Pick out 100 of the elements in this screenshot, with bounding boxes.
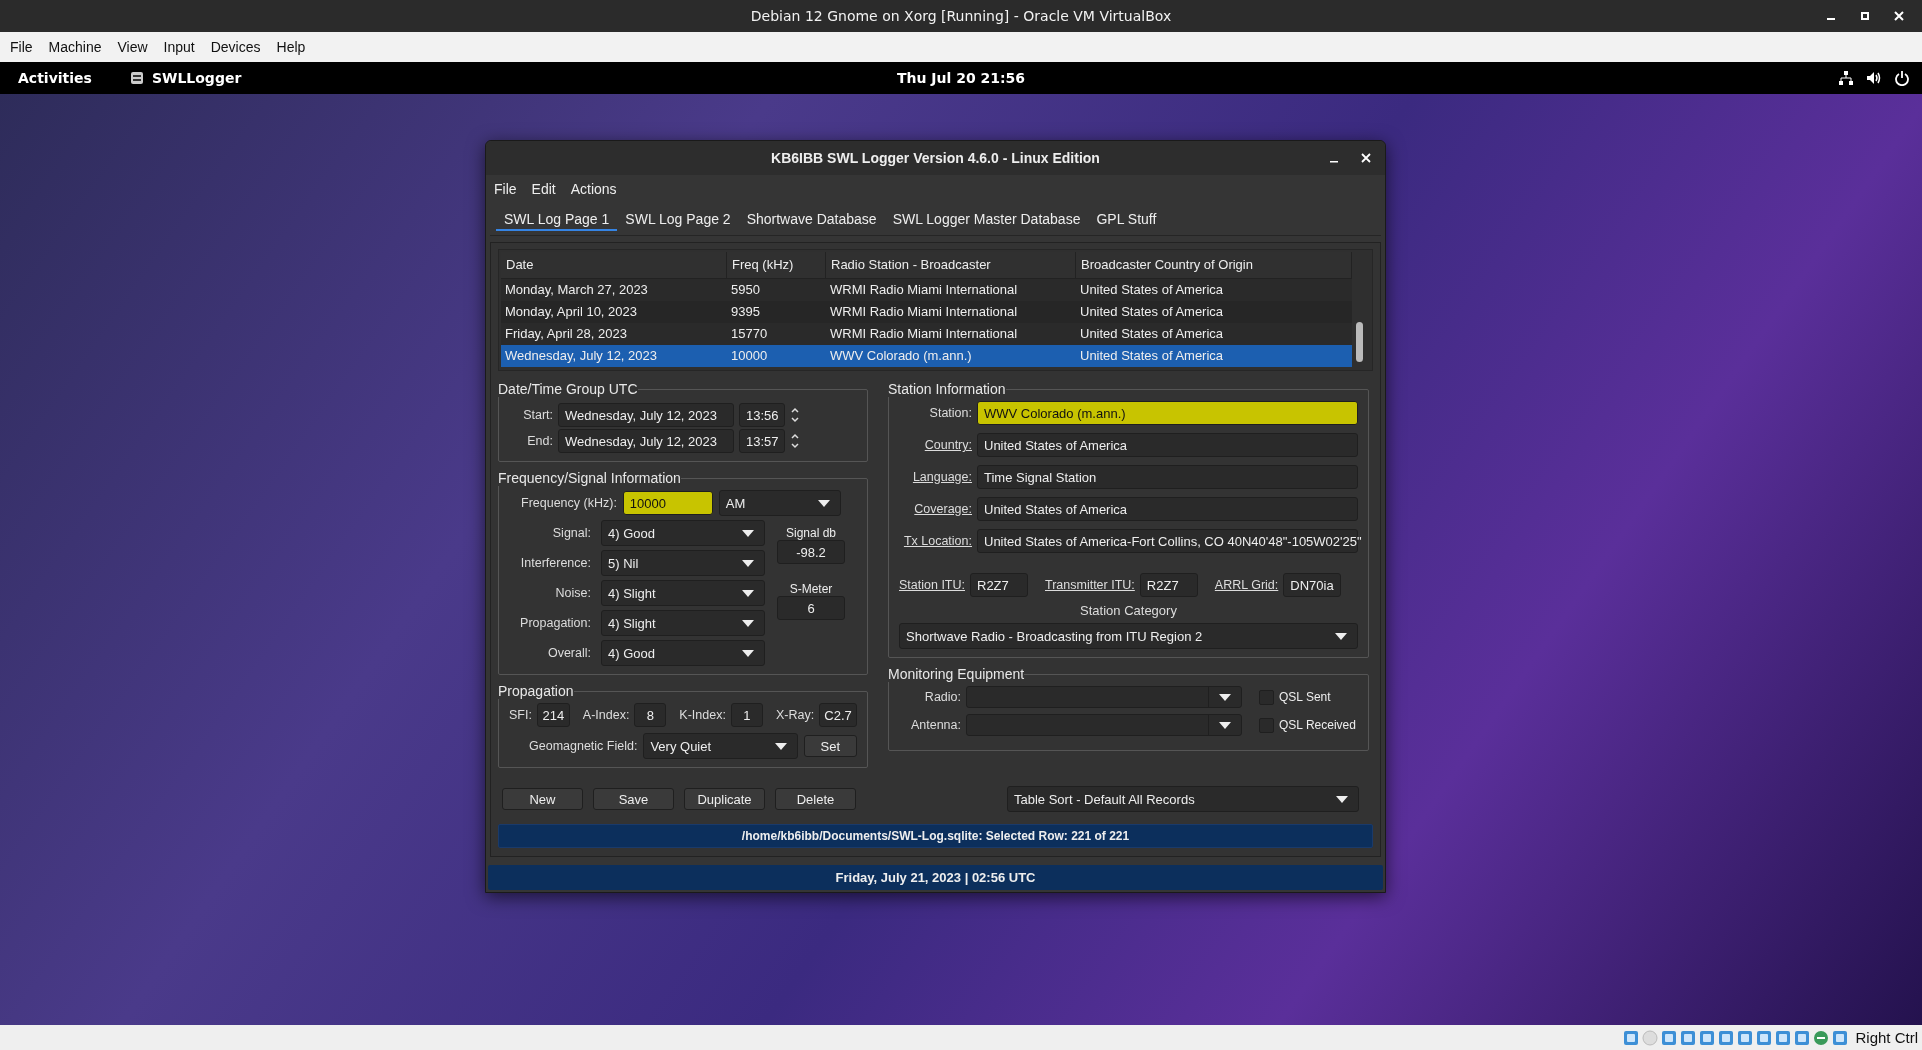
table-row[interactable]: Monday, April 10, 2023 9395 WRMI Radio Miami International United States of America (501, 301, 1352, 323)
action-button[interactable]: Delete (775, 788, 856, 810)
menu-item[interactable]: View (117, 39, 148, 55)
text-field[interactable]: R2Z7 (970, 573, 1028, 597)
group-title: Frequency/Signal Information (498, 470, 681, 486)
dropdown-arrow-icon (742, 619, 754, 627)
field-label: Noise: (554, 586, 591, 600)
text-field[interactable]: Time Signal Station (977, 465, 1358, 489)
checkbox-label[interactable]: QSL Sent (1279, 690, 1331, 704)
field-label[interactable]: Station ITU: (899, 578, 965, 592)
menu-item[interactable]: Edit (531, 181, 556, 197)
dropdown-arrow-icon (1336, 795, 1348, 803)
readout-field: 6 (777, 596, 845, 620)
dropdown[interactable]: 4) Slight (601, 610, 765, 636)
tab[interactable]: SWL Log Page 2 (617, 207, 739, 231)
dropdown[interactable]: 4) Good (601, 640, 765, 666)
spin-buttons-icon[interactable] (790, 431, 800, 451)
dropdown-arrow-icon (742, 589, 754, 597)
volume-icon[interactable] (1866, 70, 1882, 86)
column-header[interactable]: Broadcaster Country of Origin (1076, 252, 1352, 278)
text-field[interactable]: R2Z7 (1139, 573, 1198, 597)
tab[interactable]: SWL Logger Master Database (884, 207, 1089, 231)
field-label[interactable]: Coverage: (899, 502, 972, 516)
status-bar: /home/kb6ibb/Documents/SWL-Log.sqlite: Selected Row: 221 of 221 (498, 824, 1373, 848)
dropdown[interactable]: Table Sort - Default All Records (1007, 786, 1359, 812)
text-field[interactable]: United States of America (977, 497, 1358, 521)
action-button[interactable]: Save (593, 788, 674, 810)
index-field[interactable]: 214 (536, 703, 570, 727)
tab[interactable]: SWL Log Page 1 (496, 207, 618, 231)
index-field[interactable]: 8 (634, 703, 667, 727)
field-label[interactable]: Transmitter ITU: (1045, 578, 1135, 592)
table-cell-text: United States of America (1079, 281, 1225, 299)
close-icon[interactable] (1894, 11, 1904, 21)
optical-disc-icon[interactable] (1642, 1029, 1659, 1046)
table-cell-text: Monday, March 27, 2023 (504, 281, 649, 299)
menu-item[interactable]: Help (276, 39, 306, 55)
field-label: Frequency (kHz): (521, 496, 617, 510)
dropdown[interactable]: Shortwave Radio - Broadcasting from ITU Region 2 (899, 623, 1358, 649)
field-label[interactable]: Language: (899, 470, 972, 484)
index-field[interactable]: C2.7 (819, 703, 857, 727)
menu-item[interactable]: File (10, 39, 33, 55)
dropdown-arrow-icon (1335, 632, 1347, 640)
host-key-label: Right Ctrl (1855, 1029, 1918, 1046)
menu-item[interactable]: Machine (48, 39, 102, 55)
menu-item[interactable]: Devices (210, 39, 261, 55)
field-label[interactable]: Country: (899, 438, 972, 452)
dropdown-arrow-icon (1219, 721, 1231, 729)
power-icon[interactable] (1894, 70, 1910, 86)
time-field[interactable]: 13:57 (739, 429, 785, 453)
set-button[interactable]: Set (803, 735, 857, 757)
maximize-icon[interactable] (1860, 11, 1870, 21)
date-field[interactable]: Wednesday, July 12, 2023 (558, 429, 734, 453)
clock[interactable]: Thu Jul 20 21:56 (896, 70, 1026, 86)
app-menu[interactable]: SWLLogger (151, 70, 242, 86)
dropdown-arrow-icon (742, 559, 754, 567)
text-field[interactable]: WWV Colorado (m.ann.) (977, 401, 1358, 425)
index-field[interactable]: 1 (730, 703, 763, 727)
table-row[interactable]: Wednesday, July 12, 2023 10000 WWV Colorado (m.ann.) United States of America (501, 345, 1352, 367)
scrollbar-thumb[interactable] (1356, 322, 1363, 362)
table-cell-text: WWV Colorado (m.ann.) (829, 347, 973, 365)
checkbox-label[interactable]: QSL Received (1279, 718, 1356, 732)
menu-item[interactable]: Input (163, 39, 195, 55)
dropdown-arrow-icon (774, 742, 787, 750)
date-field[interactable]: Wednesday, July 12, 2023 (558, 403, 734, 427)
close-icon[interactable] (1361, 153, 1371, 163)
table-row[interactable]: Friday, April 28, 2023 15770 WRMI Radio Miami International United States of America (501, 323, 1352, 345)
field-label: Antenna: (909, 718, 961, 732)
table-cell-text: United States of America (1079, 303, 1225, 321)
field-label[interactable]: ARRL Grid: (1214, 578, 1279, 592)
table-cell-text: 10000 (730, 347, 769, 365)
table-row[interactable]: Monday, March 27, 2023 5950 WRMI Radio Miami International United States of America (501, 279, 1352, 301)
text-field[interactable]: DN70ia (1283, 573, 1342, 597)
tab[interactable]: Shortwave Database (738, 207, 885, 231)
spin-buttons-icon[interactable] (790, 405, 800, 425)
dropdown-arrow-icon (817, 499, 830, 507)
field-label: Radio: (923, 690, 961, 704)
dropdown-arrow-icon (742, 529, 754, 537)
field-label[interactable]: Tx Location: (899, 534, 972, 548)
column-header[interactable]: Radio Station - Broadcaster (826, 252, 1076, 278)
window-title: Debian 12 Gnome on Xorg [Running] - Oracle VM VirtualBox (750, 8, 1172, 24)
dropdown[interactable]: AM (718, 490, 841, 516)
time-field[interactable]: 13:56 (739, 403, 785, 427)
date-time-bar: Friday, July 21, 2023 | 02:56 UTC (488, 865, 1383, 890)
action-button[interactable]: New (502, 788, 583, 810)
field-label: Signal: (551, 526, 591, 540)
dropdown[interactable]: 4) Slight (601, 580, 765, 606)
frequency-field[interactable]: 10000 (622, 491, 713, 515)
menu-item[interactable]: Actions (570, 181, 617, 197)
dropdown[interactable]: 5) Nil (601, 550, 765, 576)
table-cell-text: 9395 (730, 303, 761, 321)
column-header[interactable]: Date (501, 252, 727, 278)
menu-item[interactable]: File (494, 181, 517, 197)
action-button[interactable]: Duplicate (684, 788, 765, 810)
tab[interactable]: GPL Stuff (1088, 207, 1165, 231)
dropdown[interactable]: 4) Good (601, 520, 765, 546)
dropdown[interactable]: Very Quiet (643, 733, 798, 759)
field-label: Start: (522, 408, 553, 422)
column-header[interactable]: Freq (kHz) (727, 252, 826, 278)
text-field[interactable]: United States of America (977, 433, 1358, 457)
activities-button[interactable]: Activities (18, 70, 92, 86)
